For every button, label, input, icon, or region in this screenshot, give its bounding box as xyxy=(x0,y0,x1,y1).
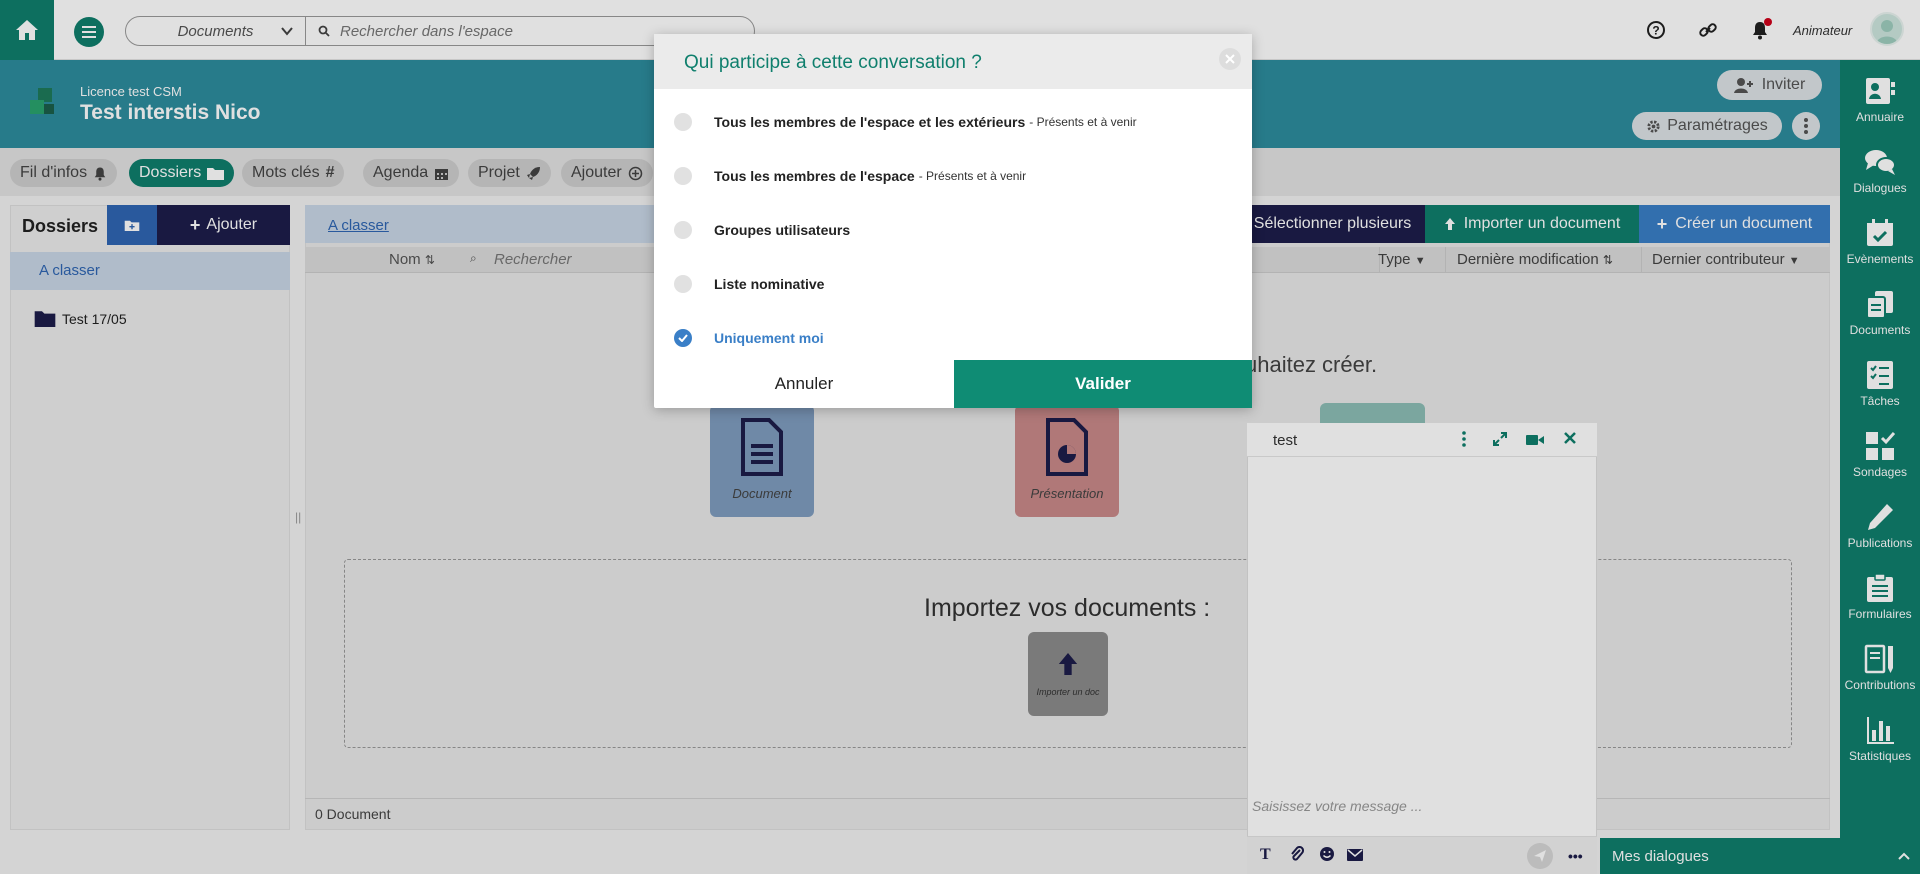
radio-button[interactable] xyxy=(674,113,692,131)
option-user-groups[interactable]: Groupes utilisateurs xyxy=(674,221,850,239)
option-all-members-external[interactable]: Tous les membres de l'espace et les exté… xyxy=(674,113,1137,131)
confirm-button[interactable]: Valider xyxy=(954,360,1252,408)
option-all-members[interactable]: Tous les membres de l'espace - Présents … xyxy=(674,167,1026,185)
option-label: Tous les membres de l'espace et les exté… xyxy=(714,114,1026,130)
option-hint: - Présents et à venir xyxy=(1029,115,1137,129)
app-window: Documents Rechercher dans l'espace ? Ani… xyxy=(0,0,1920,874)
option-label: Groupes utilisateurs xyxy=(714,222,851,238)
modal-close-button[interactable] xyxy=(1219,48,1241,70)
radio-button-checked[interactable] xyxy=(674,329,692,347)
option-named-list[interactable]: Liste nominative xyxy=(674,275,824,293)
radio-button[interactable] xyxy=(674,167,692,185)
option-only-me[interactable]: Uniquement moi xyxy=(674,329,824,347)
option-label: Uniquement moi xyxy=(714,330,824,346)
cancel-button[interactable]: Annuler xyxy=(654,360,954,408)
radio-button[interactable] xyxy=(674,221,692,239)
option-label: Liste nominative xyxy=(714,276,825,292)
modal-title: Qui participe à cette conversation ? xyxy=(684,52,982,73)
radio-button[interactable] xyxy=(674,275,692,293)
check-icon xyxy=(678,334,688,342)
option-label: Tous les membres de l'espace xyxy=(714,168,915,184)
option-hint: - Présents et à venir xyxy=(918,169,1027,183)
close-icon xyxy=(1225,54,1235,64)
